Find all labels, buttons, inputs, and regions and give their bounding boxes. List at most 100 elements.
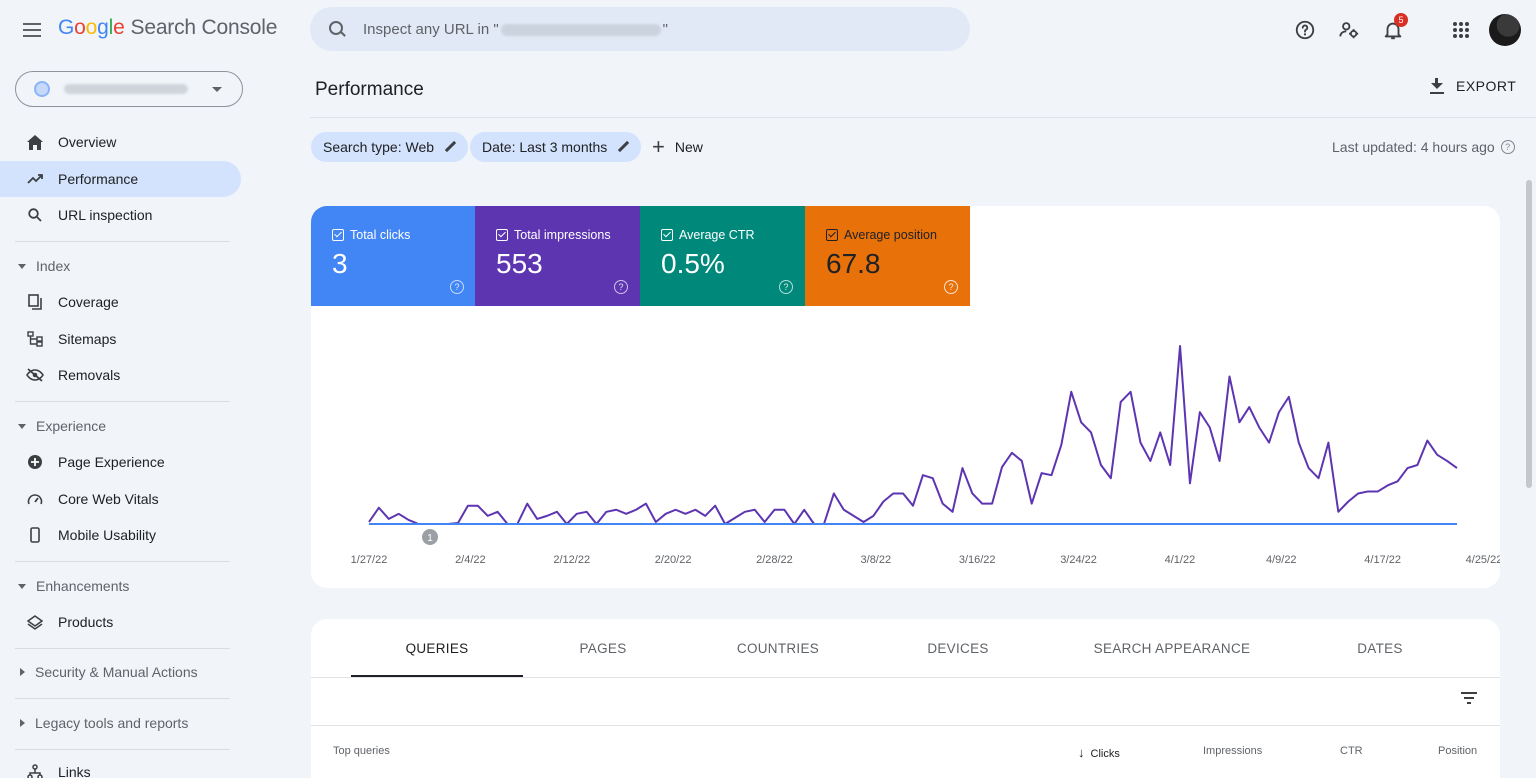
tab-countries[interactable]: COUNTRIES (683, 619, 873, 677)
collapsed-icon (20, 719, 25, 727)
manage-users-icon[interactable] (1331, 12, 1367, 48)
url-inspect-placeholder[interactable]: Inspect any URL in " " (363, 21, 668, 38)
divider (311, 725, 1500, 726)
sidebar-item-products[interactable]: Products (0, 604, 241, 640)
x-tick-label: 3/8/22 (861, 554, 892, 566)
download-icon (1430, 78, 1444, 94)
x-tick-label: 1/27/22 (351, 554, 388, 566)
speed-gauge-icon (26, 490, 44, 508)
page-scrollbar[interactable] (1526, 180, 1532, 488)
smartphone-icon (26, 526, 44, 544)
redacted-domain (500, 23, 661, 36)
x-tick-label: 4/25/22 (1466, 554, 1500, 566)
date-filter-chip[interactable]: Date: Last 3 months (470, 132, 642, 162)
edit-icon (444, 141, 456, 153)
plus-circle-icon (26, 453, 44, 471)
logo-letter: o (85, 16, 98, 39)
top-bar: Google Search Console Inspect any URL in… (0, 0, 1536, 60)
x-tick-label: 4/17/22 (1364, 554, 1401, 566)
menu-icon[interactable] (18, 16, 48, 44)
annotation-label: 1 (427, 533, 433, 544)
sidebar-item-core-web-vitals[interactable]: Core Web Vitals (0, 481, 241, 517)
column-header-clicks[interactable]: ↓ Clicks (1078, 745, 1120, 760)
logo-letter: o (74, 16, 86, 39)
tab-pages[interactable]: PAGES (523, 619, 683, 677)
x-tick-label: 3/24/22 (1060, 554, 1097, 566)
help-icon[interactable] (1287, 12, 1323, 48)
notifications-icon[interactable]: 5 (1375, 12, 1411, 48)
x-tick-label: 4/9/22 (1266, 554, 1297, 566)
x-tick-label: 2/12/22 (553, 554, 590, 566)
data-table-card: QUERIES PAGES COUNTRIES DEVICES SEARCH A… (311, 619, 1500, 778)
tab-devices[interactable]: DEVICES (873, 619, 1043, 677)
last-updated: Last updated: 4 hours ago ? (1332, 139, 1515, 155)
expand-icon (18, 423, 26, 429)
expand-icon (18, 263, 26, 269)
column-header-impressions[interactable]: Impressions (1203, 745, 1262, 757)
edit-icon (617, 141, 629, 153)
sidebar-item-mobile-usability[interactable]: Mobile Usability (0, 517, 241, 553)
sidebar-item-coverage[interactable]: Coverage (0, 284, 241, 320)
sort-descending-icon: ↓ (1078, 745, 1085, 760)
coverage-icon (26, 293, 44, 311)
sidebar-section-index[interactable]: Index (18, 256, 70, 276)
x-tick-label: 2/4/22 (455, 554, 486, 566)
sidebar-item-links[interactable]: Links (0, 754, 241, 778)
export-button[interactable]: EXPORT (1430, 78, 1516, 94)
header-divider (310, 117, 1536, 118)
x-tick-label: 3/16/22 (959, 554, 996, 566)
trending-up-icon (26, 170, 44, 188)
redacted-property (64, 84, 188, 94)
column-header-position[interactable]: Position (1438, 745, 1477, 757)
search-type-filter-chip[interactable]: Search type: Web (311, 132, 469, 162)
google-wordmark: Google (58, 16, 125, 40)
tab-dates[interactable]: DATES (1301, 619, 1459, 677)
sidebar-section-security[interactable]: Security & Manual Actions (18, 662, 198, 682)
sidebar-section-experience[interactable]: Experience (18, 416, 106, 436)
visibility-off-icon (26, 366, 44, 384)
property-selector[interactable] (15, 71, 243, 107)
chevron-down-icon (212, 87, 222, 92)
tab-queries[interactable]: QUERIES (351, 619, 523, 677)
account-avatar[interactable] (1489, 14, 1521, 46)
logo-letter: G (58, 16, 75, 39)
sidebar-item-removals[interactable]: Removals (0, 357, 241, 393)
logo-letter: g (97, 16, 109, 39)
sidebar-section-legacy[interactable]: Legacy tools and reports (18, 713, 188, 733)
app-logo[interactable]: Google Search Console (58, 16, 277, 40)
divider (15, 749, 230, 750)
sidebar-item-sitemaps[interactable]: Sitemaps (0, 321, 241, 357)
home-icon (26, 133, 44, 151)
help-icon[interactable]: ? (1500, 140, 1515, 154)
divider (15, 698, 230, 699)
tab-search-appearance[interactable]: SEARCH APPEARANCE (1043, 619, 1301, 677)
divider (15, 401, 230, 402)
search-icon (328, 20, 346, 38)
globe-icon (34, 81, 50, 97)
sidebar-item-url-inspection[interactable]: URL inspection (0, 197, 241, 233)
sidebar-section-enhancements[interactable]: Enhancements (18, 576, 129, 596)
performance-chart-card: Total clicks 3 ? Total impressions 553 ?… (311, 206, 1500, 588)
notification-badge: 5 (1394, 13, 1408, 27)
plus-icon: + (652, 134, 665, 159)
search-icon (26, 206, 44, 224)
column-header-ctr[interactable]: CTR (1340, 745, 1363, 757)
product-name: Search Console (130, 16, 278, 39)
sidebar-item-performance[interactable]: Performance (0, 161, 241, 197)
expand-icon (18, 583, 26, 589)
apps-grid-icon[interactable] (1443, 12, 1479, 48)
divider (311, 677, 1500, 678)
logo-letter: e (113, 16, 125, 39)
divider (15, 241, 230, 242)
divider (15, 648, 230, 649)
collapsed-icon (20, 668, 25, 676)
sidebar-item-page-experience[interactable]: Page Experience (0, 444, 241, 480)
sidebar-item-overview[interactable]: Overview (0, 124, 241, 160)
performance-line-chart[interactable]: 1/27/22 2/4/22 2/12/22 2/20/22 2/28/22 3/8/22… (311, 206, 1500, 588)
column-header-top-queries: Top queries (333, 745, 390, 757)
filter-rows-icon[interactable] (1461, 692, 1477, 704)
x-tick-label: 4/1/22 (1165, 554, 1196, 566)
new-filter-button[interactable]: + New (652, 134, 703, 160)
series-line-impressions (368, 345, 1458, 525)
sitemap-icon (26, 330, 44, 348)
